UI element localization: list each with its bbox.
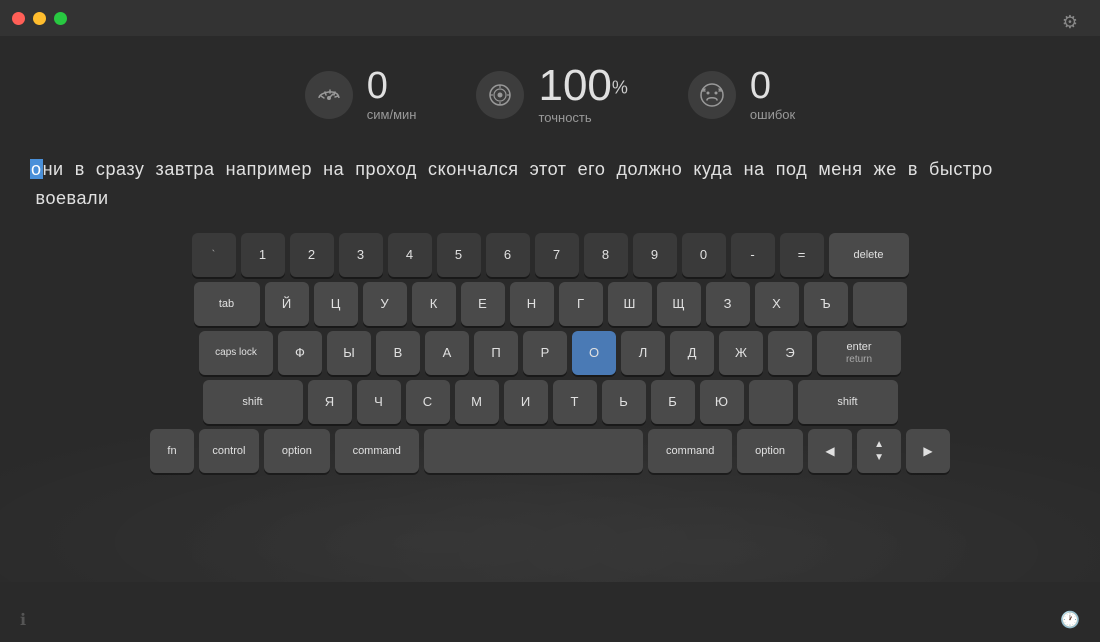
errors-value-group: 0 ошибок	[750, 67, 795, 122]
speed-value: 0	[367, 67, 388, 105]
key-щ[interactable]: Щ	[657, 282, 701, 326]
key-2[interactable]: 2	[290, 233, 334, 277]
keyboard-row-5: fn control option command command option…	[150, 429, 950, 473]
key-7[interactable]: 7	[535, 233, 579, 277]
accuracy-value: 100	[538, 61, 611, 110]
key-о[interactable]: О	[572, 331, 616, 375]
key-г[interactable]: Г	[559, 282, 603, 326]
accuracy-icon	[476, 71, 524, 119]
typing-area: они в сразу завтра например на проход ск…	[30, 155, 1070, 213]
key-3[interactable]: 3	[339, 233, 383, 277]
key-9[interactable]: 9	[633, 233, 677, 277]
keyboard: ` 1 2 3 4 5 6 7 8 9 0 - = delete tab Й Ц…	[150, 233, 950, 473]
key-ы[interactable]: Ы	[327, 331, 371, 375]
cursor-char: о	[30, 159, 43, 179]
key-э[interactable]: Э	[768, 331, 812, 375]
key-5[interactable]: 5	[437, 233, 481, 277]
key-б[interactable]: Б	[651, 380, 695, 424]
accuracy-stat: 100% точность	[476, 64, 627, 125]
key-period[interactable]	[749, 380, 793, 424]
key-backslash[interactable]	[853, 282, 907, 326]
key-option-left[interactable]: option	[264, 429, 330, 473]
key-п[interactable]: П	[474, 331, 518, 375]
info-icon[interactable]: ℹ	[20, 610, 26, 630]
stats-row: 0 сим/мин 100% точность	[0, 64, 1100, 125]
minimize-button[interactable]	[33, 12, 46, 25]
errors-unit: ошибок	[750, 107, 795, 122]
key-shift-left[interactable]: shift	[203, 380, 303, 424]
key-ъ[interactable]: Ъ	[804, 282, 848, 326]
key-command-left[interactable]: command	[335, 429, 419, 473]
speed-unit: сим/мин	[367, 107, 417, 122]
key-й[interactable]: Й	[265, 282, 309, 326]
key-м[interactable]: М	[455, 380, 499, 424]
key-minus[interactable]: -	[731, 233, 775, 277]
key-р[interactable]: Р	[523, 331, 567, 375]
keyboard-row-2: tab Й Ц У К Е Н Г Ш Щ З Х Ъ	[150, 282, 950, 326]
accuracy-unit: точность	[538, 110, 591, 125]
key-tab[interactable]: tab	[194, 282, 260, 326]
speed-stat: 0 сим/мин	[305, 67, 417, 122]
key-я[interactable]: Я	[308, 380, 352, 424]
accuracy-value-group: 100% точность	[538, 64, 627, 125]
key-backtick[interactable]: `	[192, 233, 236, 277]
key-6[interactable]: 6	[486, 233, 530, 277]
key-caps-lock[interactable]: caps lock	[199, 331, 273, 375]
key-д[interactable]: Д	[670, 331, 714, 375]
key-з[interactable]: З	[706, 282, 750, 326]
key-arrow-updown[interactable]: ▲ ▼	[857, 429, 901, 473]
traffic-lights	[12, 12, 67, 25]
close-button[interactable]	[12, 12, 25, 25]
key-у[interactable]: У	[363, 282, 407, 326]
key-л[interactable]: Л	[621, 331, 665, 375]
key-command-right[interactable]: command	[648, 429, 732, 473]
key-option-right[interactable]: option	[737, 429, 803, 473]
settings-button[interactable]: ⚙	[1056, 8, 1084, 36]
key-ь[interactable]: Ь	[602, 380, 646, 424]
key-е[interactable]: Е	[461, 282, 505, 326]
errors-stat: 0 ошибок	[688, 67, 795, 122]
key-т[interactable]: Т	[553, 380, 597, 424]
keyboard-row-1: ` 1 2 3 4 5 6 7 8 9 0 - = delete	[150, 233, 950, 277]
keyboard-row-3: caps lock Ф Ы В А П Р О Л Д Ж Э enter re…	[150, 331, 950, 375]
maximize-button[interactable]	[54, 12, 67, 25]
key-а[interactable]: А	[425, 331, 469, 375]
key-в[interactable]: В	[376, 331, 420, 375]
key-ю[interactable]: Ю	[700, 380, 744, 424]
errors-value: 0	[750, 67, 771, 105]
errors-icon	[688, 71, 736, 119]
key-8[interactable]: 8	[584, 233, 628, 277]
key-space[interactable]	[424, 429, 644, 473]
key-ш[interactable]: Ш	[608, 282, 652, 326]
key-arrow-left[interactable]: ◀	[808, 429, 852, 473]
key-shift-right[interactable]: shift	[798, 380, 898, 424]
key-equals[interactable]: =	[780, 233, 824, 277]
title-bar: ⚙	[0, 0, 1100, 36]
key-к[interactable]: К	[412, 282, 456, 326]
key-delete[interactable]: delete	[829, 233, 909, 277]
accuracy-number-row: 100%	[538, 64, 627, 108]
key-и[interactable]: И	[504, 380, 548, 424]
key-fn[interactable]: fn	[150, 429, 194, 473]
key-ч[interactable]: Ч	[357, 380, 401, 424]
key-enter[interactable]: enter return	[817, 331, 901, 375]
keyboard-row-4: shift Я Ч С М И Т Ь Б Ю shift	[150, 380, 950, 424]
key-ц[interactable]: Ц	[314, 282, 358, 326]
speed-value-group: 0 сим/мин	[367, 67, 417, 122]
key-н[interactable]: Н	[510, 282, 554, 326]
key-х[interactable]: Х	[755, 282, 799, 326]
key-с[interactable]: С	[406, 380, 450, 424]
key-0[interactable]: 0	[682, 233, 726, 277]
key-ф[interactable]: Ф	[278, 331, 322, 375]
key-1[interactable]: 1	[241, 233, 285, 277]
key-4[interactable]: 4	[388, 233, 432, 277]
accuracy-suffix: %	[612, 78, 628, 98]
speed-icon	[305, 71, 353, 119]
clock-icon[interactable]: 🕐	[1060, 610, 1080, 630]
key-arrow-right[interactable]: ▶	[906, 429, 950, 473]
key-ж[interactable]: Ж	[719, 331, 763, 375]
key-control[interactable]: control	[199, 429, 259, 473]
